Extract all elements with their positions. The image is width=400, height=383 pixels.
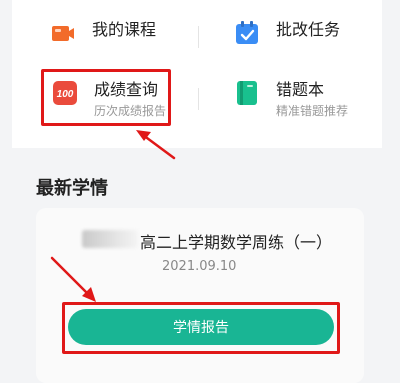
courses-label: 我的课程 — [92, 20, 157, 39]
menu-item-mistakes[interactable]: 错题本 精准错题推荐 — [234, 80, 348, 120]
mistakes-sublabel: 精准错题推荐 — [276, 104, 349, 118]
latest-exam-card: 高二上学期数学周练（一） 2021.09.10 学情报告 — [36, 208, 364, 383]
menu-item-grading[interactable]: 批改任务 — [234, 20, 340, 46]
grading-label: 批改任务 — [276, 20, 341, 39]
menu-divider — [198, 88, 199, 110]
notebook-icon — [234, 80, 260, 106]
menu-divider — [198, 26, 199, 48]
menu-item-courses[interactable]: 我的课程 — [50, 20, 156, 46]
highlight-box-scores — [41, 69, 171, 126]
exam-title: 高二上学期数学周练（一） — [140, 233, 333, 252]
blurred-name — [82, 230, 138, 248]
highlight-box-report — [62, 302, 340, 354]
calendar-check-icon — [234, 20, 260, 46]
exam-date: 2021.09.10 — [162, 259, 237, 274]
mistakes-label: 错题本 — [276, 80, 325, 99]
section-title-latest: 最新学情 — [36, 178, 108, 199]
course-video-icon — [50, 20, 76, 46]
